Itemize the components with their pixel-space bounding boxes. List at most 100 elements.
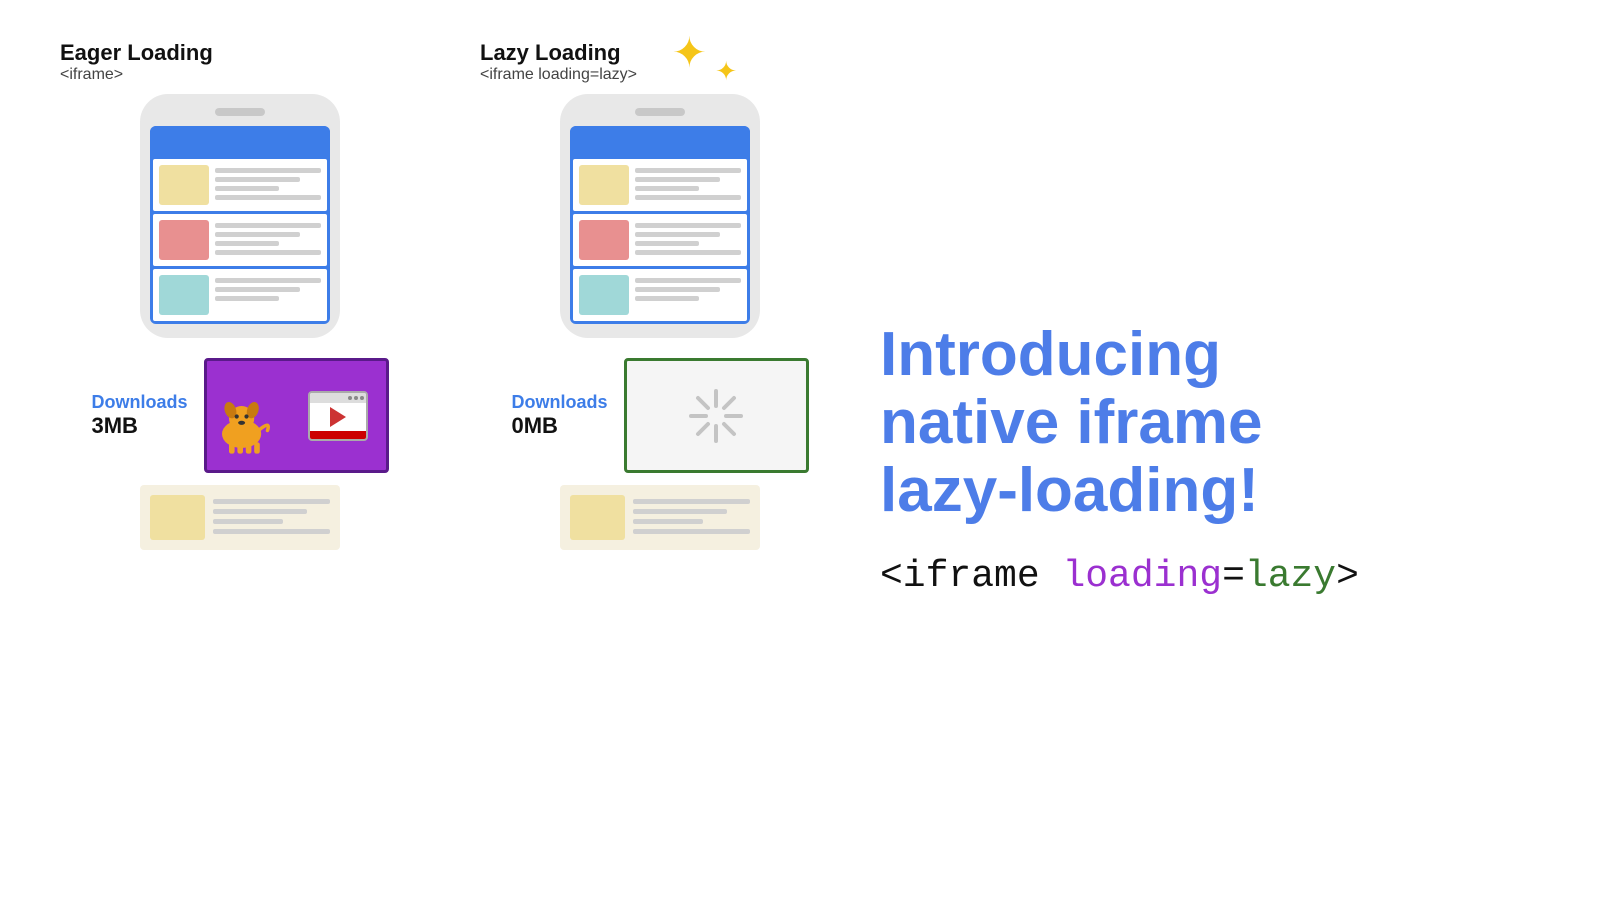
eager-bottom-card-wrapper xyxy=(140,485,340,550)
line xyxy=(215,195,321,200)
line xyxy=(215,168,321,173)
lazy-phone-notch xyxy=(635,108,685,116)
eager-downloads-size: 3MB xyxy=(91,413,187,439)
code-iframe: <iframe xyxy=(880,555,1062,598)
code-snippet: <iframe loading=lazy> xyxy=(880,555,1359,598)
eager-phone-screen xyxy=(150,126,330,324)
columns-wrapper: Eager Loading <iframe> xyxy=(60,40,840,879)
lazy-iframe-box xyxy=(624,358,809,473)
line xyxy=(633,529,750,534)
code-equals: = xyxy=(1222,555,1245,598)
lazy-header-area: Lazy Loading <iframe loading=lazy> ✦ ✦ xyxy=(480,40,637,84)
eager-column: Eager Loading <iframe> xyxy=(60,40,420,879)
line xyxy=(215,223,321,228)
play-area xyxy=(330,403,346,431)
line xyxy=(213,529,330,534)
lazy-card-2 xyxy=(573,214,747,266)
lazy-card-3-lines xyxy=(635,275,741,301)
line xyxy=(215,177,300,182)
lazy-downloads-size: 0MB xyxy=(511,413,607,439)
video-top-bar xyxy=(310,393,366,403)
line xyxy=(215,287,300,292)
lazy-bottom-card-img xyxy=(570,495,625,540)
lazy-bottom-card-wrapper xyxy=(560,485,760,550)
lazy-downloads-label: Downloads xyxy=(511,392,607,413)
lazy-phone xyxy=(560,94,760,338)
eager-phone-header xyxy=(150,126,330,156)
right-side: Introducing native iframe lazy-loading! … xyxy=(840,40,1540,879)
video-dot xyxy=(348,396,352,400)
line xyxy=(213,499,330,504)
lazy-column: Lazy Loading <iframe loading=lazy> ✦ ✦ xyxy=(480,40,840,879)
loading-spinner-icon xyxy=(686,386,746,446)
line xyxy=(213,509,307,514)
dog-icon xyxy=(215,392,285,462)
eager-phone xyxy=(140,94,340,338)
line xyxy=(635,195,741,200)
lazy-downloads-group: Downloads 0MB xyxy=(511,392,607,439)
line xyxy=(635,296,699,301)
lazy-title: Lazy Loading xyxy=(480,40,637,66)
lazy-card-1-img xyxy=(579,165,629,205)
lazy-card-2-lines xyxy=(635,220,741,255)
eager-card-1-img xyxy=(159,165,209,205)
main-container: Eager Loading <iframe> xyxy=(0,0,1600,919)
lazy-card-3 xyxy=(573,269,747,321)
play-icon xyxy=(330,407,346,427)
eager-subtitle: <iframe> xyxy=(60,66,213,84)
lazy-card-1-lines xyxy=(635,165,741,200)
eager-card-2-img xyxy=(159,220,209,260)
line xyxy=(215,232,300,237)
line xyxy=(635,250,741,255)
intro-line-2: native iframe xyxy=(880,389,1263,457)
eager-downloads-label: Downloads xyxy=(91,392,187,413)
intro-line-3: lazy-loading! xyxy=(880,457,1263,525)
eager-card-2-lines xyxy=(215,220,321,255)
lazy-bottom-card xyxy=(560,485,760,550)
eager-card-2 xyxy=(153,214,327,266)
line xyxy=(635,168,741,173)
line xyxy=(635,241,699,246)
lazy-card-3-img xyxy=(579,275,629,315)
code-lazy: lazy xyxy=(1245,555,1336,598)
lazy-card-2-img xyxy=(579,220,629,260)
eager-card-1 xyxy=(153,159,327,211)
eager-downloads-row: Downloads 3MB xyxy=(91,358,388,473)
eager-card-3-lines xyxy=(215,275,321,301)
video-dot xyxy=(360,396,364,400)
line xyxy=(633,509,727,514)
lazy-subtitle: <iframe loading=lazy> xyxy=(480,66,637,84)
lazy-bottom-card-lines xyxy=(633,495,750,540)
eager-card-3-img xyxy=(159,275,209,315)
lazy-phone-screen xyxy=(570,126,750,324)
line xyxy=(635,278,741,283)
line xyxy=(635,177,720,182)
eager-header: Eager Loading <iframe> xyxy=(60,40,213,84)
eager-bottom-card-img xyxy=(150,495,205,540)
line xyxy=(215,241,279,246)
code-loading: loading xyxy=(1062,555,1222,598)
intro-title: Introducing native iframe lazy-loading! xyxy=(880,321,1263,526)
lazy-phone-header xyxy=(570,126,750,156)
line xyxy=(635,223,741,228)
line xyxy=(215,250,321,255)
eager-bottom-card-lines xyxy=(213,495,330,540)
eager-phone-notch xyxy=(215,108,265,116)
sparkle-small: ✦ xyxy=(715,56,737,87)
eager-title: Eager Loading xyxy=(60,40,213,66)
intro-line-1: Introducing xyxy=(880,321,1263,389)
video-bottom-bar xyxy=(310,431,366,439)
eager-downloads-group: Downloads 3MB xyxy=(91,392,187,439)
video-dot xyxy=(354,396,358,400)
eager-bottom-card xyxy=(140,485,340,550)
eager-card-3 xyxy=(153,269,327,321)
line xyxy=(213,519,283,524)
eager-video-overlay xyxy=(308,391,368,441)
lazy-downloads-row: Downloads 0MB xyxy=(511,358,808,473)
line xyxy=(633,519,703,524)
line xyxy=(215,278,321,283)
line xyxy=(635,287,720,292)
left-side: Eager Loading <iframe> xyxy=(60,40,840,879)
line xyxy=(633,499,750,504)
eager-card-1-lines xyxy=(215,165,321,200)
